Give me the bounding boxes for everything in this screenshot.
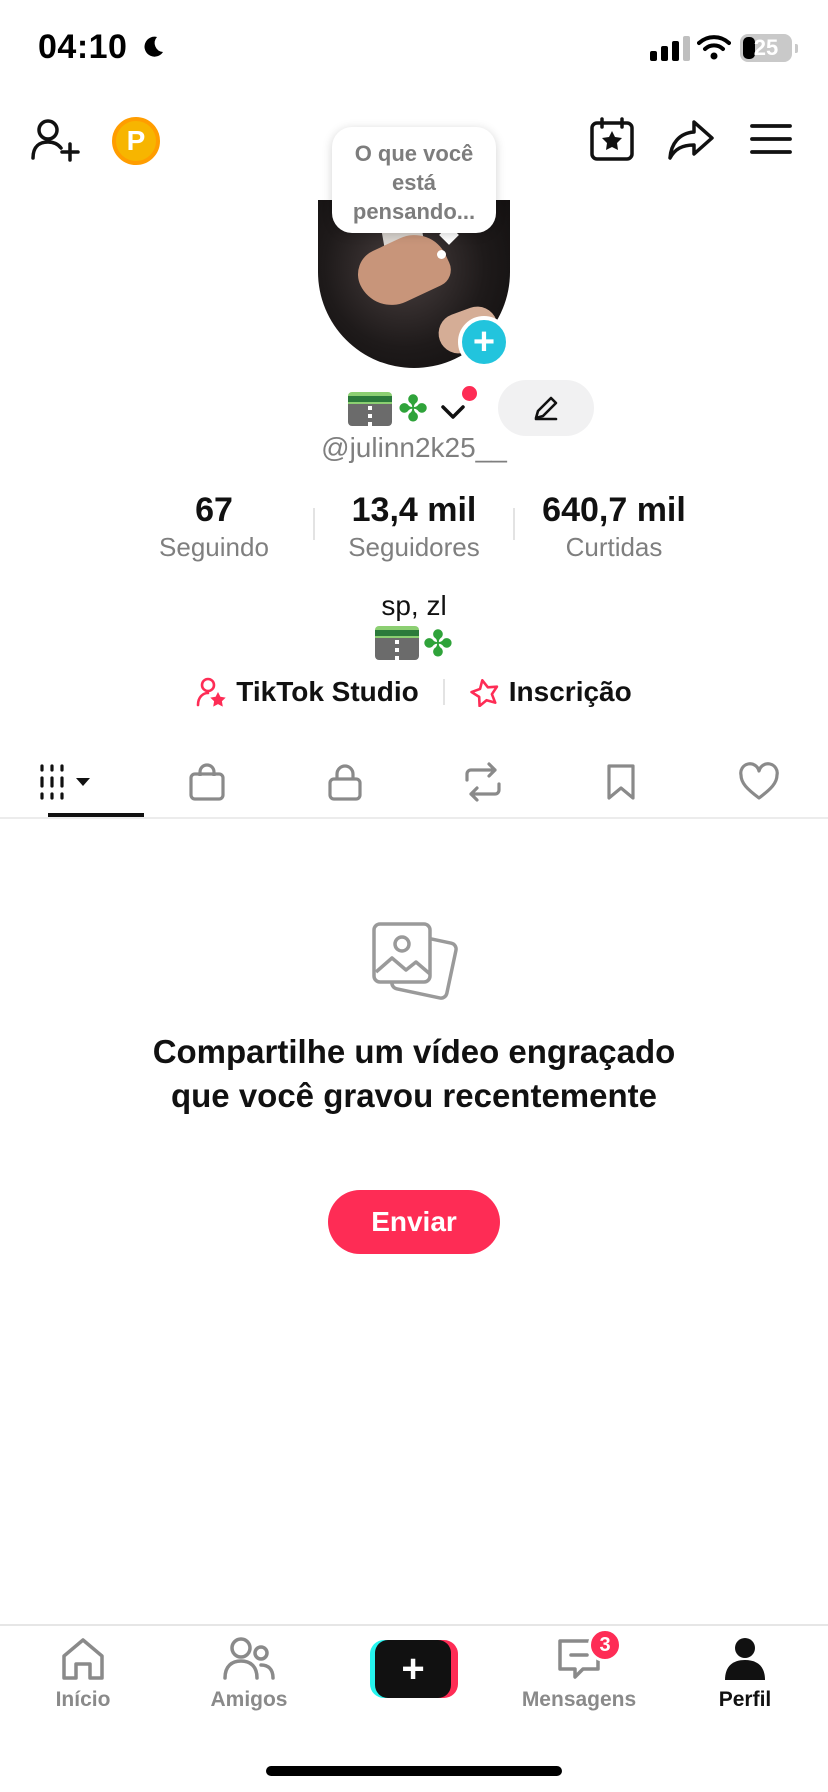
status-time: 04:10 bbox=[38, 28, 128, 66]
friends-icon bbox=[223, 1637, 275, 1680]
repost-icon bbox=[465, 762, 501, 802]
stat-label: Seguindo bbox=[159, 532, 269, 562]
battery-level: 25 bbox=[753, 35, 779, 60]
photos-icon bbox=[370, 920, 460, 1015]
calendar-star-icon[interactable] bbox=[589, 116, 635, 162]
tab-favorites[interactable] bbox=[552, 746, 690, 818]
messages-badge: 3 bbox=[588, 1628, 622, 1662]
notification-dot bbox=[462, 386, 477, 401]
road-emoji-icon bbox=[374, 626, 419, 660]
stat-following[interactable]: 67 Seguindo bbox=[114, 492, 314, 563]
bio-text: sp, zl bbox=[381, 590, 447, 621]
nav-profile[interactable]: Perfil bbox=[662, 1636, 828, 1712]
stat-value: 640,7 mil bbox=[542, 491, 686, 529]
profile-links: TikTok Studio Inscrição bbox=[0, 676, 828, 708]
stat-label: Seguidores bbox=[348, 532, 480, 562]
tabs-divider bbox=[0, 817, 828, 819]
tab-videos[interactable] bbox=[0, 746, 138, 818]
add-story-button[interactable]: + bbox=[458, 316, 510, 368]
heart-icon bbox=[739, 762, 779, 800]
stat-label: Curtidas bbox=[565, 532, 663, 562]
nav-messages[interactable]: Mensagens bbox=[496, 1636, 662, 1712]
stat-followers[interactable]: 13,4 mil Seguidores bbox=[314, 492, 514, 563]
cellular-signal-icon bbox=[650, 36, 690, 61]
username: @julinn2k25__ bbox=[321, 432, 507, 463]
nav-label: Perfil bbox=[718, 1688, 772, 1711]
home-icon bbox=[62, 1638, 104, 1680]
stat-value: 67 bbox=[195, 491, 233, 529]
tiktok-studio-label: TikTok Studio bbox=[236, 676, 419, 707]
edit-profile-button[interactable] bbox=[498, 380, 594, 436]
coin-icon[interactable]: P bbox=[112, 117, 160, 165]
stat-value: 13,4 mil bbox=[351, 491, 477, 529]
upload-button[interactable]: Enviar bbox=[328, 1190, 500, 1254]
nav-label: Amigos bbox=[210, 1688, 288, 1711]
wifi-icon bbox=[697, 33, 731, 66]
nav-label: Mensagens bbox=[521, 1688, 637, 1711]
stat-likes[interactable]: 640,7 mil Curtidas bbox=[514, 492, 714, 563]
grid-videos-icon bbox=[40, 764, 90, 800]
add-friend-icon[interactable] bbox=[30, 116, 80, 164]
tiktok-studio-link[interactable]: TikTok Studio bbox=[196, 676, 419, 708]
shopping-bag-icon bbox=[189, 763, 225, 801]
create-button[interactable]: + bbox=[370, 1640, 458, 1698]
studio-icon bbox=[196, 677, 226, 707]
plus-icon: + bbox=[375, 1640, 451, 1698]
moon-icon bbox=[140, 34, 166, 65]
nav-label: Início bbox=[55, 1688, 111, 1711]
status-bubble[interactable]: O que você está pensando... bbox=[332, 127, 496, 233]
road-emoji-icon bbox=[348, 392, 392, 426]
share-icon[interactable] bbox=[666, 118, 716, 162]
battery-icon: 25 bbox=[740, 34, 798, 62]
empty-state-title: Compartilhe um vídeo engraçado que você … bbox=[152, 1033, 676, 1114]
subscription-star-icon bbox=[469, 678, 499, 707]
nav-home[interactable]: Início bbox=[0, 1636, 166, 1712]
bookmark-icon bbox=[607, 764, 635, 800]
nav-divider bbox=[0, 1624, 828, 1626]
tab-private[interactable] bbox=[276, 746, 414, 818]
tab-shop[interactable] bbox=[138, 746, 276, 818]
tab-reposts[interactable] bbox=[414, 746, 552, 818]
home-indicator bbox=[266, 1766, 562, 1776]
lock-icon bbox=[328, 764, 362, 801]
menu-icon[interactable] bbox=[750, 122, 792, 156]
display-name[interactable]: ✤ bbox=[348, 388, 466, 430]
subscription-label: Inscrição bbox=[508, 676, 632, 707]
nav-friends[interactable]: Amigos bbox=[166, 1636, 332, 1712]
four-leaf-clover-icon: ✤ bbox=[422, 623, 454, 664]
profile-tabs bbox=[0, 746, 828, 818]
four-leaf-clover-icon: ✤ bbox=[398, 388, 429, 429]
tab-liked[interactable] bbox=[690, 746, 828, 818]
bubble-dot bbox=[437, 250, 446, 259]
pencil-icon bbox=[534, 396, 558, 421]
subscription-link[interactable]: Inscrição bbox=[469, 676, 632, 708]
profile-icon bbox=[725, 1638, 765, 1680]
bio-emojis: ✤ bbox=[0, 626, 828, 662]
divider bbox=[442, 679, 445, 705]
